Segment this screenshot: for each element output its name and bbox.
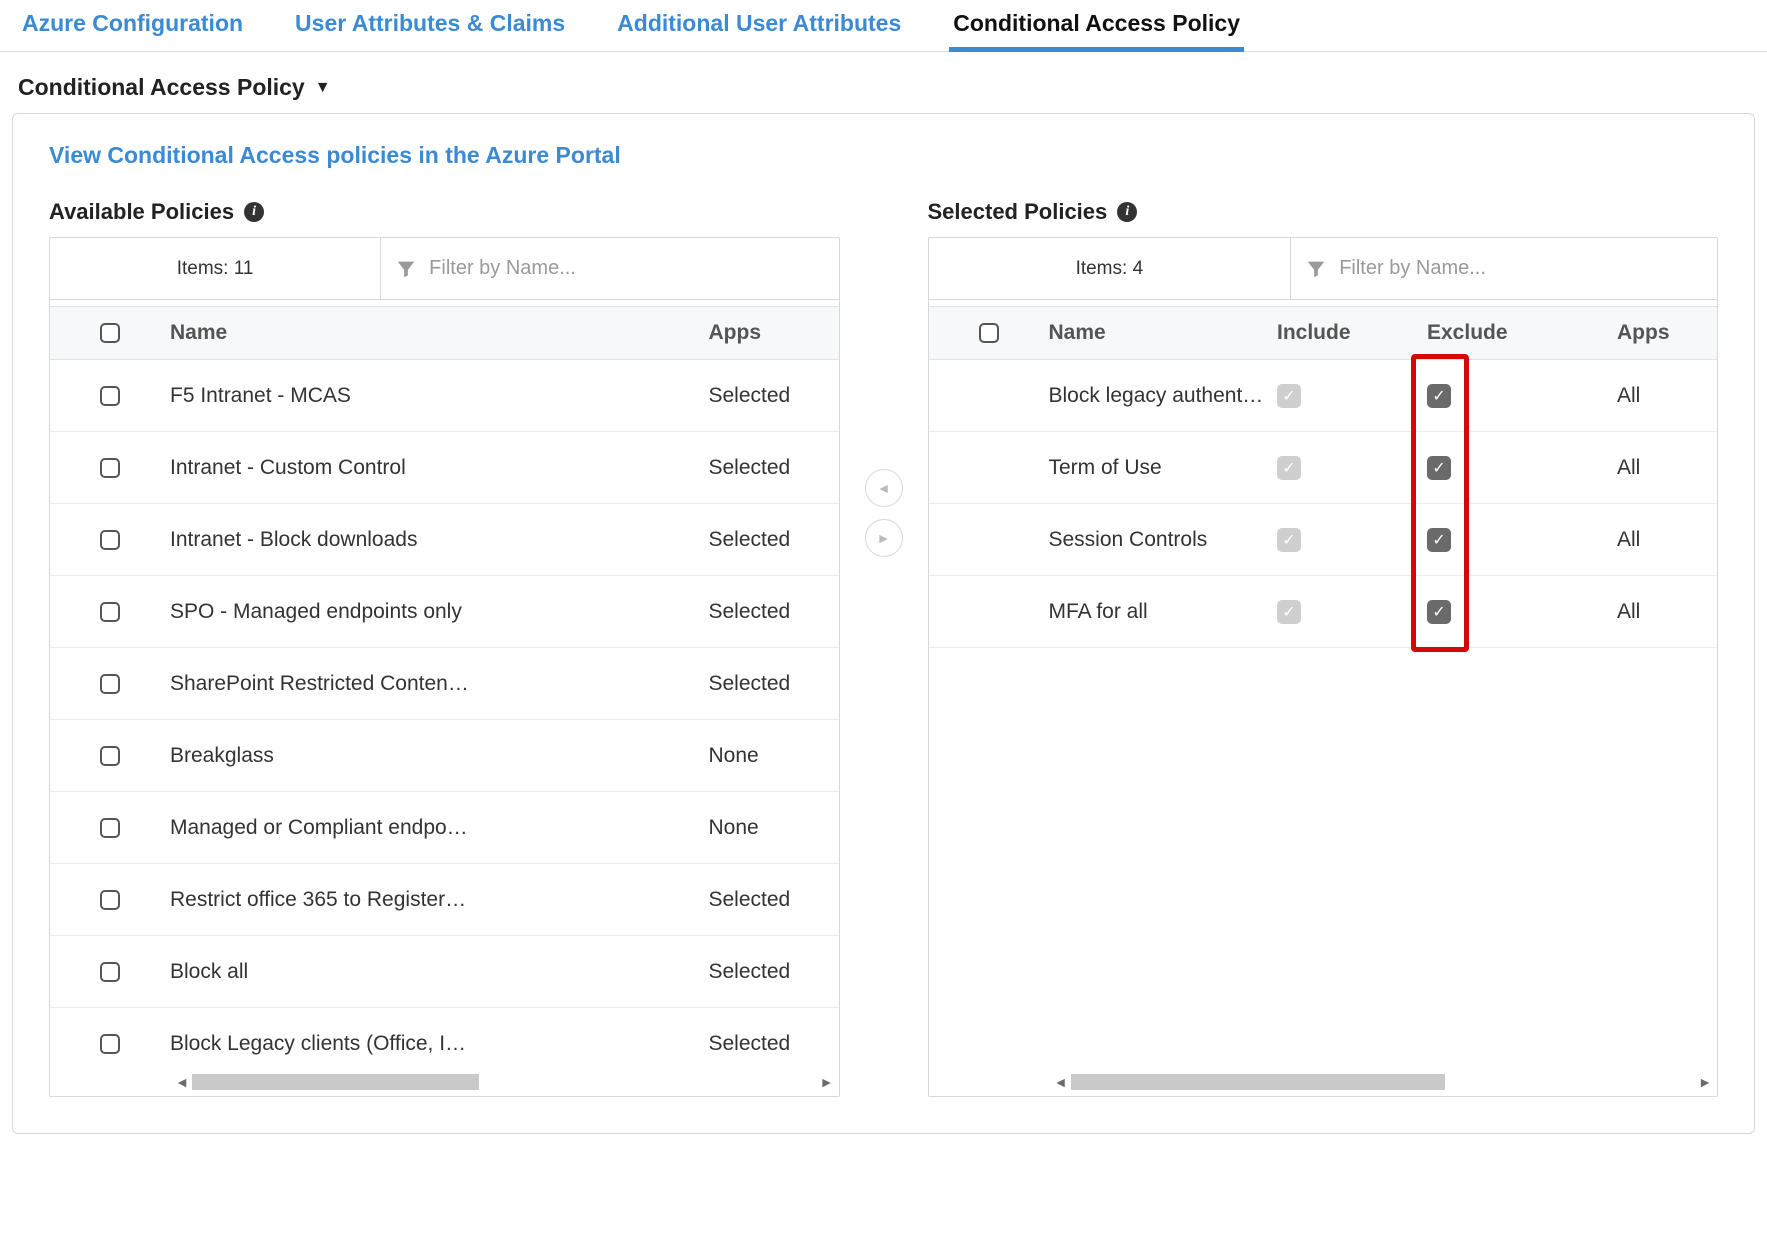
azure-portal-link[interactable]: View Conditional Access policies in the …: [49, 142, 621, 168]
exclude-checkbox[interactable]: ✓: [1427, 456, 1451, 480]
move-left-button[interactable]: ◄: [865, 469, 903, 507]
transfer-controls: ◄ ►: [862, 199, 906, 557]
table-row: MFA for all ✓ ✓ All: [929, 576, 1718, 648]
selected-col-apps: Apps: [1617, 321, 1717, 345]
table-row: Managed or Compliant endpo…None: [50, 792, 839, 864]
table-row: Block allSelected: [50, 936, 839, 1008]
exclude-checkbox[interactable]: ✓: [1427, 528, 1451, 552]
available-col-apps: Apps: [709, 321, 839, 345]
row-checkbox[interactable]: [100, 674, 120, 694]
selected-horizontal-scrollbar[interactable]: ◄ ►: [929, 1068, 1718, 1096]
available-policies-title: Available Policies: [49, 199, 234, 225]
row-checkbox[interactable]: [100, 962, 120, 982]
section-dropdown[interactable]: Conditional Access Policy ▼: [0, 52, 1767, 113]
selected-policies-title: Selected Policies: [928, 199, 1108, 225]
move-right-button[interactable]: ►: [865, 519, 903, 557]
section-title-text: Conditional Access Policy: [18, 74, 305, 101]
selected-filter-input[interactable]: [1339, 257, 1703, 280]
filter-icon: [1305, 258, 1327, 280]
table-row: Session Controls ✓ ✓ All: [929, 504, 1718, 576]
available-col-name: Name: [170, 321, 709, 345]
selected-col-exclude: Exclude: [1427, 321, 1617, 345]
selected-col-name: Name: [1049, 321, 1278, 345]
table-row: SharePoint Restricted Conten…Selected: [50, 648, 839, 720]
row-checkbox[interactable]: [100, 890, 120, 910]
info-icon[interactable]: i: [244, 202, 264, 222]
conditional-access-panel: View Conditional Access policies in the …: [12, 113, 1755, 1134]
tab-conditional-access-policy[interactable]: Conditional Access Policy: [949, 6, 1244, 52]
exclude-checkbox[interactable]: ✓: [1427, 600, 1451, 624]
row-checkbox[interactable]: [100, 458, 120, 478]
available-items-count: Items: 11: [50, 238, 381, 299]
table-row: Block Legacy clients (Office, I…Selected: [50, 1008, 839, 1068]
row-checkbox[interactable]: [100, 818, 120, 838]
chevron-right-icon[interactable]: ►: [1695, 1072, 1715, 1092]
selected-policies-column: Selected Policies i Items: 4: [928, 199, 1719, 1097]
include-checkbox[interactable]: ✓: [1277, 600, 1301, 624]
include-checkbox[interactable]: ✓: [1277, 528, 1301, 552]
table-row: BreakglassNone: [50, 720, 839, 792]
tab-additional-user-attributes[interactable]: Additional User Attributes: [613, 6, 905, 51]
include-checkbox[interactable]: ✓: [1277, 384, 1301, 408]
table-row: SPO - Managed endpoints onlySelected: [50, 576, 839, 648]
chevron-left-icon[interactable]: ◄: [1051, 1072, 1071, 1092]
row-checkbox[interactable]: [100, 746, 120, 766]
available-policies-column: Available Policies i Items: 11: [49, 199, 840, 1097]
chevron-right-icon[interactable]: ►: [817, 1072, 837, 1092]
available-table-body[interactable]: F5 Intranet - MCASSelected Intranet - Cu…: [50, 360, 839, 1068]
row-checkbox[interactable]: [100, 602, 120, 622]
row-checkbox[interactable]: [100, 1034, 120, 1054]
row-checkbox[interactable]: [100, 530, 120, 550]
table-row: Term of Use ✓ ✓ All: [929, 432, 1718, 504]
top-tabs: Azure Configuration User Attributes & Cl…: [0, 0, 1767, 52]
info-icon[interactable]: i: [1117, 202, 1137, 222]
tab-user-attributes-claims[interactable]: User Attributes & Claims: [291, 6, 569, 51]
table-row: Intranet - Custom ControlSelected: [50, 432, 839, 504]
table-row: F5 Intranet - MCASSelected: [50, 360, 839, 432]
filter-icon: [395, 258, 417, 280]
table-row: Intranet - Block downloadsSelected: [50, 504, 839, 576]
include-checkbox[interactable]: ✓: [1277, 456, 1301, 480]
chevron-down-icon: ▼: [315, 79, 331, 97]
available-select-all-checkbox[interactable]: [100, 323, 120, 343]
table-row: Block legacy authenticat… ✓ ✓ All: [929, 360, 1718, 432]
selected-table-body: Block legacy authenticat… ✓ ✓ All Term o…: [929, 360, 1718, 1068]
selected-select-all-checkbox[interactable]: [979, 323, 999, 343]
row-checkbox[interactable]: [100, 386, 120, 406]
selected-col-include: Include: [1277, 321, 1427, 345]
exclude-checkbox[interactable]: ✓: [1427, 384, 1451, 408]
tab-azure-configuration[interactable]: Azure Configuration: [18, 6, 247, 51]
table-row: Restrict office 365 to Register…Selected: [50, 864, 839, 936]
selected-items-count: Items: 4: [929, 238, 1292, 299]
available-horizontal-scrollbar[interactable]: ◄ ►: [50, 1068, 839, 1096]
chevron-left-icon[interactable]: ◄: [172, 1072, 192, 1092]
available-filter-input[interactable]: [429, 257, 824, 280]
